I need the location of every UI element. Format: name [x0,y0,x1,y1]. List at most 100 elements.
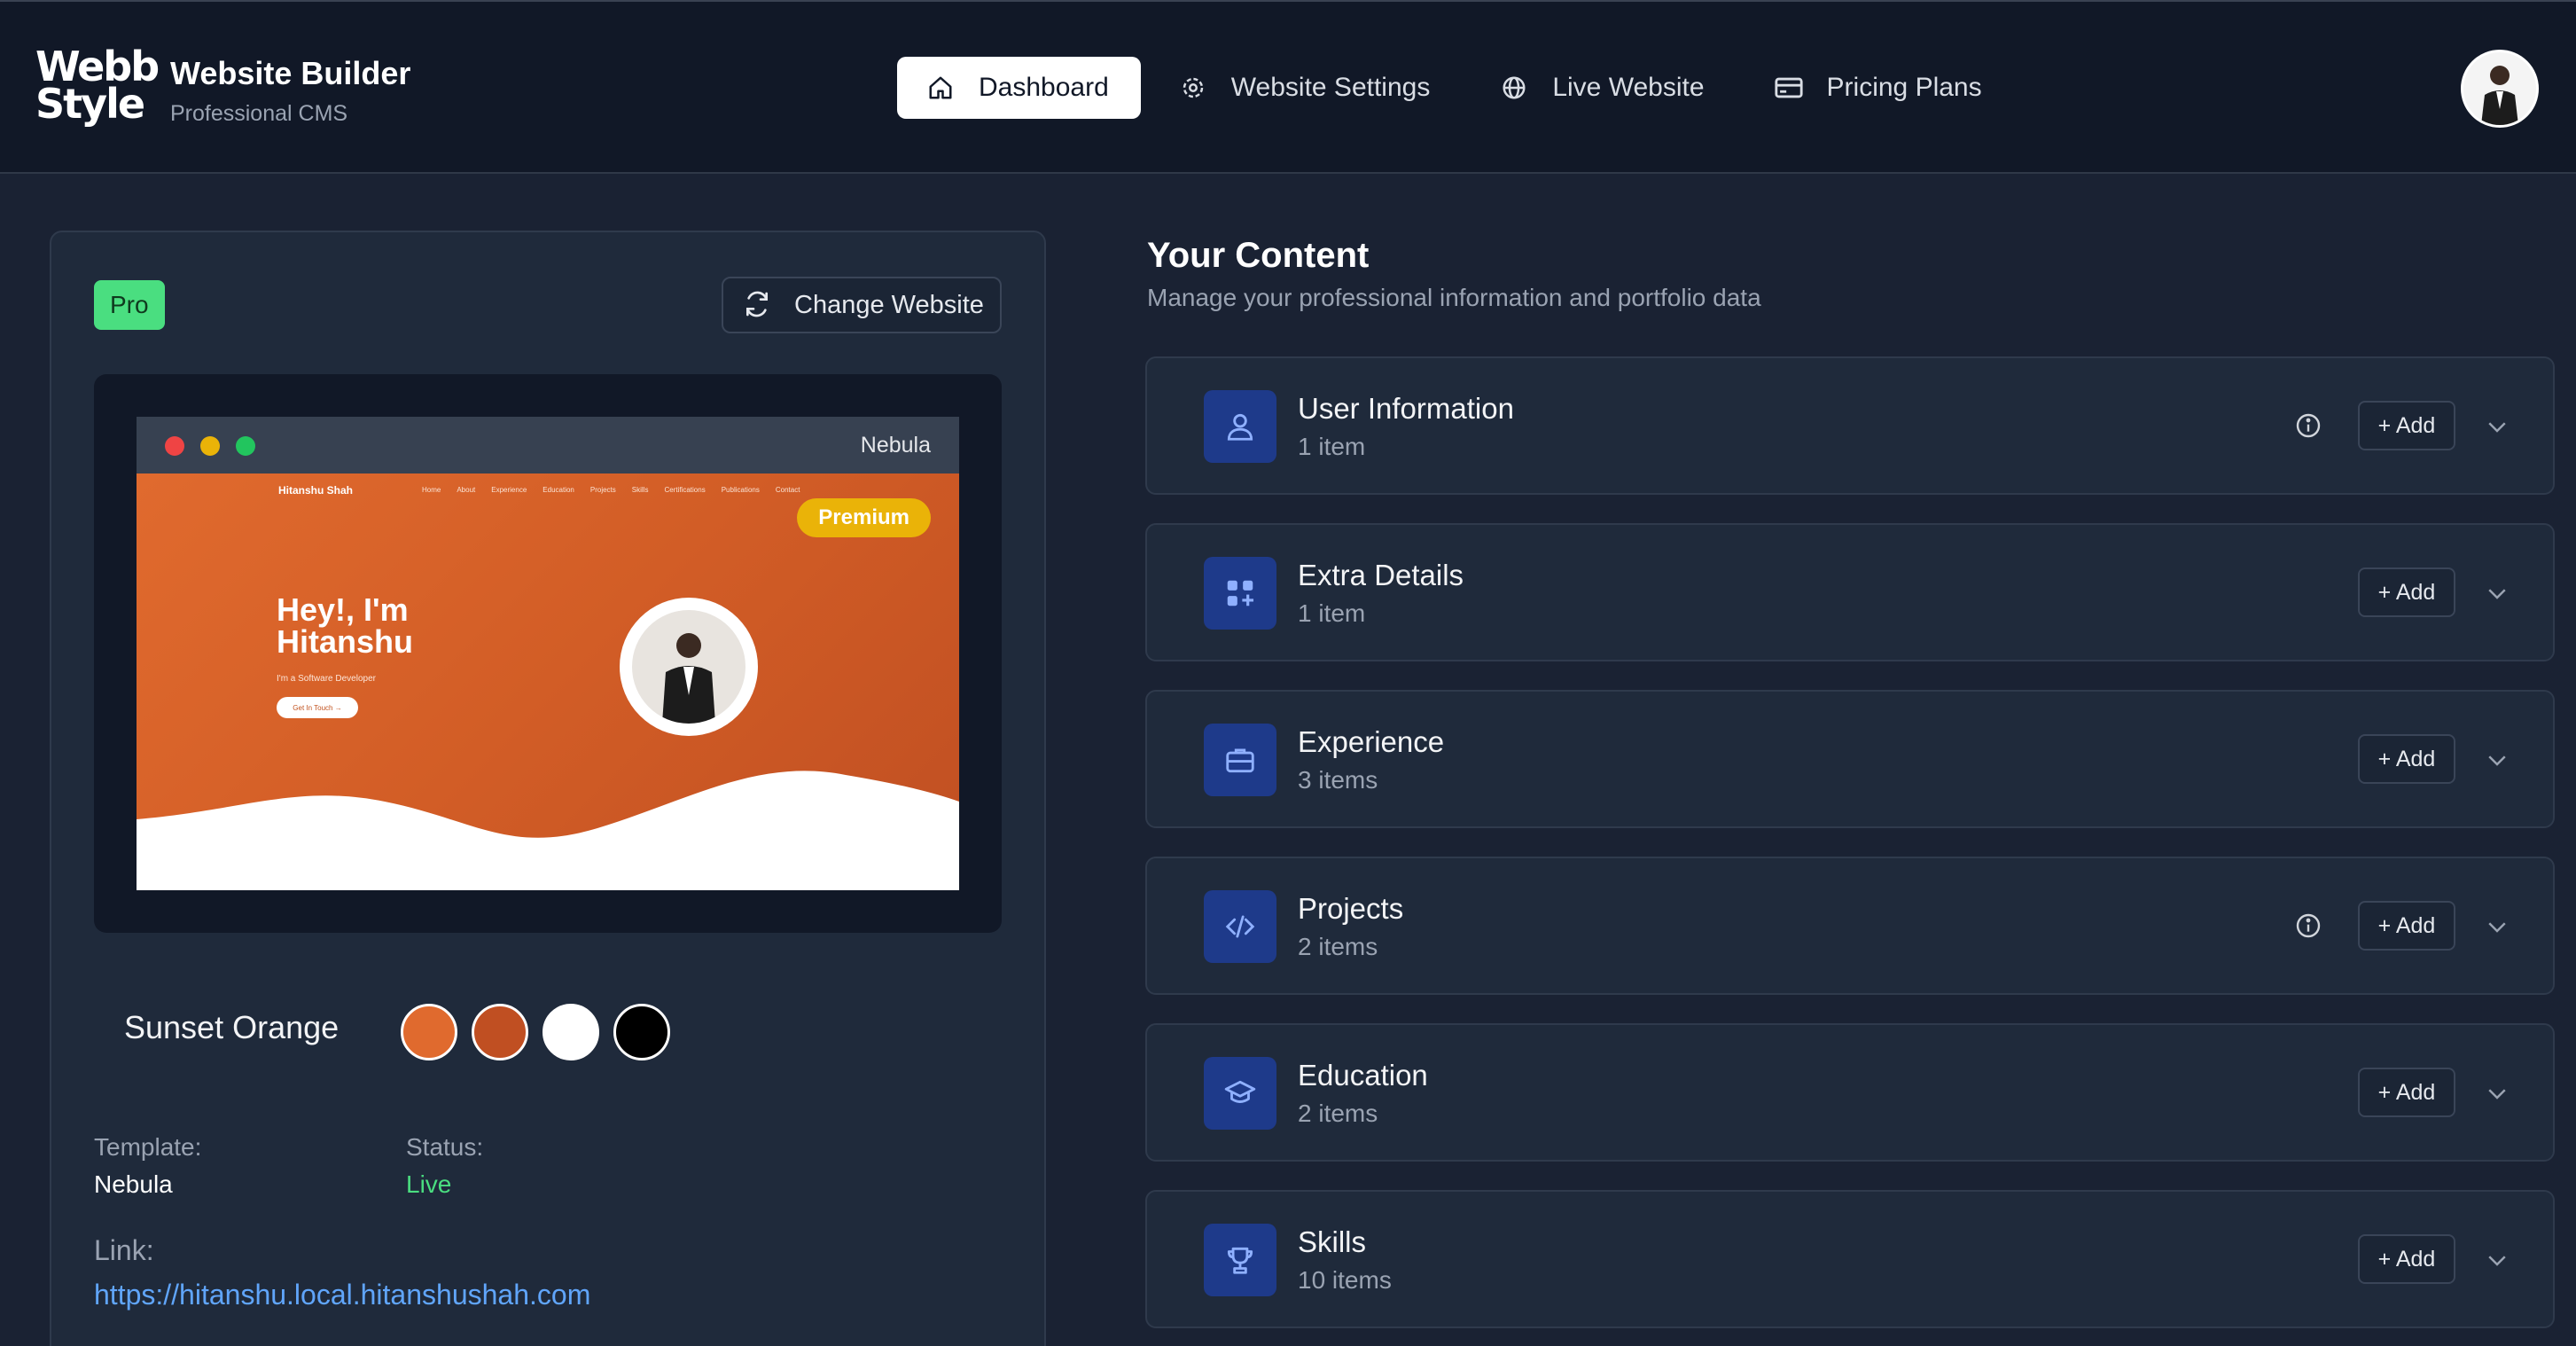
site-preview: Hitanshu Shah Home About Experience Educ… [137,473,959,890]
user-avatar[interactable] [2461,50,2539,128]
section-count: 1 item [1298,599,1366,627]
change-website-label: Change Website [794,290,984,319]
nav-website-settings[interactable]: Website Settings [1150,57,1463,119]
section-extra-details[interactable]: Extra Details 1 item + Add [1145,523,2555,661]
nav-pricing-plans-label: Pricing Plans [1826,73,1982,102]
color-swatch-light[interactable] [543,1004,599,1060]
site-nav-item: Projects [589,486,616,494]
grid-plus-icon [1204,557,1276,630]
theme-name: Sunset Orange [124,1009,340,1045]
section-title: User Information [1298,392,1514,425]
site-nav-item: Experience [491,486,527,494]
app-subtitle: Professional CMS [170,101,348,126]
site-nav-item: Skills [631,486,649,494]
premium-badge: Premium [797,498,931,537]
close-dot [165,436,184,456]
section-title: Projects [1298,892,1404,925]
content-subtitle: Manage your professional information and… [1147,284,1761,311]
add-button[interactable]: + Add [2358,401,2455,450]
section-skills[interactable]: Skills 10 items + Add [1145,1190,2555,1328]
chevron-down-icon[interactable] [2484,413,2510,440]
globe-icon [1499,73,1529,103]
info-icon[interactable] [2294,411,2322,440]
site-nav: Home About Experience Education Projects… [422,486,816,494]
add-button[interactable]: + Add [2358,901,2455,951]
content-title: Your Content [1147,236,1370,275]
browser-mockup: Nebula Hitanshu Shah Home About Experien… [137,417,959,890]
main-nav: Dashboard Website Settings Live Website … [897,57,2023,119]
gear-icon [1178,73,1208,103]
add-button[interactable]: + Add [2358,567,2455,617]
status-label: Status: [406,1133,484,1161]
nav-live-website[interactable]: Live Website [1471,57,1736,119]
site-nav-item: Home [422,486,441,494]
template-label: Template: [94,1133,202,1161]
graduation-cap-icon [1204,1057,1276,1130]
site-nav-item: Education [543,486,574,494]
webbstyle-logo[interactable]: Webb Style [35,46,160,128]
code-icon [1204,890,1276,963]
chevron-down-icon[interactable] [2484,1247,2510,1273]
section-count: 3 items [1298,766,1378,794]
nav-pricing-plans[interactable]: Pricing Plans [1745,57,2014,119]
trophy-icon [1204,1224,1276,1296]
website-link[interactable]: https://hitanshu.local.hitanshushah.com [94,1279,590,1311]
plan-badge: Pro [94,280,165,330]
briefcase-icon [1204,724,1276,796]
site-nav-item: Contact [775,486,800,494]
template-value: Nebula [94,1170,173,1198]
chevron-down-icon[interactable] [2484,580,2510,606]
hero-cta-button: Get In Touch → [277,697,358,718]
section-count: 1 item [1298,433,1366,460]
website-panel: Pro Change Website Nebula Hitanshu Shah … [50,231,1046,1346]
website-preview[interactable]: Nebula Hitanshu Shah Home About Experien… [94,374,1002,933]
color-swatch-primary[interactable] [401,1004,457,1060]
section-title: Skills [1298,1225,1367,1258]
refresh-icon [743,290,773,320]
hero-profile-photo [620,598,758,736]
section-user-information[interactable]: User Information 1 item + Add [1145,356,2555,495]
status-value: Live [406,1170,452,1198]
nav-live-website-label: Live Website [1552,73,1705,102]
section-count: 10 items [1298,1266,1392,1294]
app-title: Website Builder [170,55,411,91]
color-swatch-dark[interactable] [613,1004,670,1060]
maximize-dot [236,436,255,456]
hero-title: Hey!, I'm Hitanshu [277,591,414,660]
site-nav-item: Certifications [664,486,706,494]
credit-card-icon [1774,73,1804,103]
minimize-dot [200,436,220,456]
chevron-down-icon[interactable] [2484,1080,2510,1107]
change-website-button[interactable]: Change Website [722,277,1002,333]
chevron-down-icon[interactable] [2484,747,2510,773]
add-button[interactable]: + Add [2358,1068,2455,1117]
chevron-down-icon[interactable] [2484,913,2510,940]
nav-dashboard[interactable]: Dashboard [897,57,1141,119]
section-title: Experience [1298,725,1445,758]
add-button[interactable]: + Add [2358,1234,2455,1284]
section-title: Extra Details [1298,559,1464,591]
link-label: Link: [94,1234,154,1266]
section-projects[interactable]: Projects 2 items + Add [1145,857,2555,995]
add-button[interactable]: + Add [2358,734,2455,784]
section-count: 2 items [1298,1099,1378,1127]
template-name-label: Nebula [860,433,931,458]
site-nav-item: Publications [721,486,760,494]
info-icon[interactable] [2294,912,2322,940]
home-icon [925,73,956,103]
hero-wave [137,771,959,890]
nav-website-settings-label: Website Settings [1230,73,1431,102]
logo-line-2: Style [35,80,145,128]
section-education[interactable]: Education 2 items + Add [1145,1023,2555,1162]
user-icon [1204,390,1276,463]
site-nav-item: About [457,486,476,494]
section-experience[interactable]: Experience 3 items + Add [1145,690,2555,828]
top-header: Webb Style Website Builder Professional … [0,0,2576,174]
browser-titlebar: Nebula [137,417,959,473]
color-swatch-secondary[interactable] [472,1004,528,1060]
section-count: 2 items [1298,933,1378,960]
section-title: Education [1298,1059,1428,1092]
nav-dashboard-label: Dashboard [979,73,1109,102]
site-brand: Hitanshu Shah [278,484,354,497]
hero-subtitle: I'm a Software Developer [277,674,376,684]
